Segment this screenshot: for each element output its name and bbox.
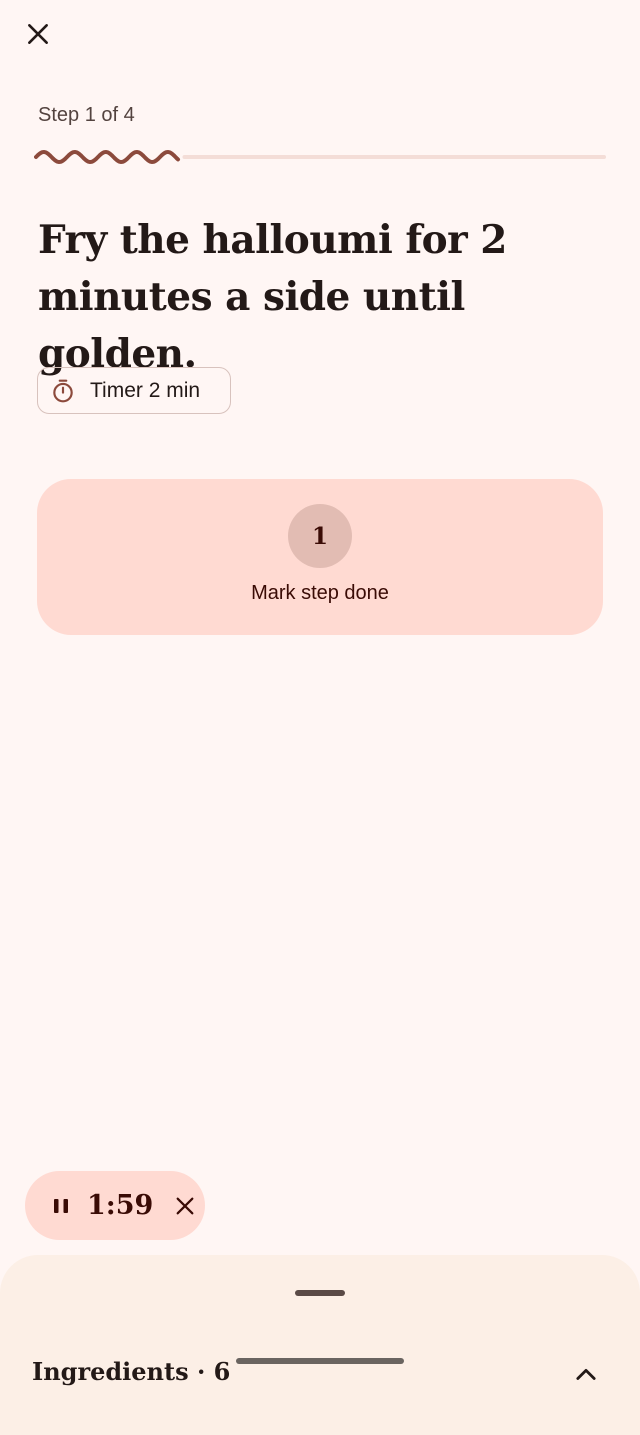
step-instruction: Fry the halloumi for 2 minutes a side un… bbox=[38, 217, 507, 377]
timer-chip-label: Timer 2 min bbox=[90, 378, 201, 402]
close-icon bbox=[176, 1197, 194, 1214]
dismiss-timer-button[interactable] bbox=[173, 1194, 197, 1218]
pause-button[interactable] bbox=[51, 1195, 73, 1217]
mark-step-done-button[interactable]: 1 Mark step done bbox=[37, 479, 603, 635]
expand-sheet-button[interactable] bbox=[566, 1355, 606, 1395]
timer-remaining: 1:59 bbox=[87, 1190, 154, 1221]
mark-step-done-label: Mark step done bbox=[251, 582, 389, 604]
close-icon bbox=[28, 24, 48, 44]
step-number-badge: 1 bbox=[288, 504, 352, 568]
home-indicator[interactable] bbox=[236, 1358, 404, 1364]
progress-track bbox=[182, 155, 606, 159]
active-timer: 1:59 bbox=[25, 1171, 205, 1240]
sheet-drag-handle[interactable] bbox=[295, 1290, 345, 1296]
progress-wave bbox=[34, 150, 180, 164]
close-button[interactable] bbox=[14, 10, 62, 58]
step-counter: Step 1 of 4 bbox=[38, 104, 135, 126]
pause-icon bbox=[54, 1198, 68, 1213]
step-progress-bar bbox=[34, 150, 606, 164]
timer-chip[interactable]: Timer 2 min bbox=[37, 367, 231, 414]
chevron-up-icon bbox=[576, 1368, 596, 1380]
ingredients-title: Ingredients · 6 bbox=[32, 1357, 231, 1386]
stopwatch-icon bbox=[53, 379, 73, 402]
ingredients-sheet: Ingredients · 6 bbox=[0, 1255, 640, 1435]
